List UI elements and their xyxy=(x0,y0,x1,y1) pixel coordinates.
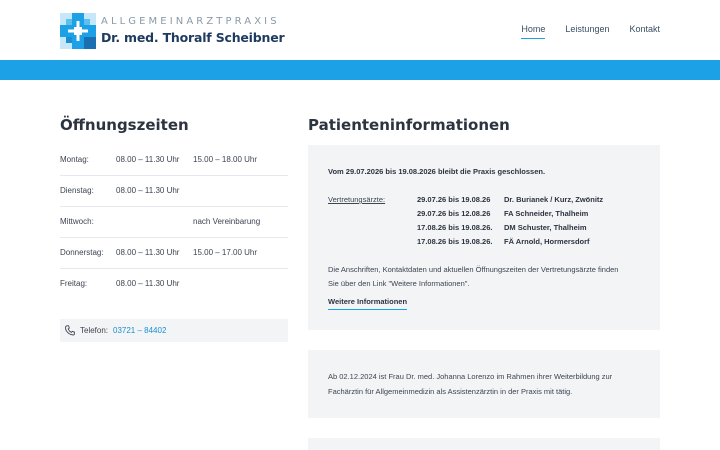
deputy-dates: 17.08.26 bis 19.08.26. xyxy=(417,237,493,246)
info-card xyxy=(308,438,660,450)
main-nav: Home Leistungen Kontakt xyxy=(521,24,660,39)
nav-home[interactable]: Home xyxy=(521,24,546,39)
deputy-dates: 29.07.26 bis 19.08.26 xyxy=(417,195,491,204)
hours-heading: Öffnungszeiten xyxy=(60,116,189,134)
hours-row: Dienstag: 08.00 – 11.30 Uhr xyxy=(60,176,288,207)
more-info-link[interactable]: Weitere Informationen xyxy=(328,297,408,310)
deputies-note: Sie über den Link "Weitere Informationen… xyxy=(328,279,470,288)
staff-notice-text: Fachärztin für Allgemeinmedizin als Assi… xyxy=(328,387,573,396)
hours-afternoon: nach Vereinbarung xyxy=(193,217,261,226)
nav-kontakt[interactable]: Kontakt xyxy=(629,24,660,39)
hours-afternoon: 15.00 – 18.00 Uhr xyxy=(193,155,258,164)
site-header: ALLGEMEINARZTPRAXIS Dr. med. Thoralf Sch… xyxy=(0,0,720,60)
phone-number-link[interactable]: 03721 – 84402 xyxy=(113,326,166,335)
hours-afternoon: 15.00 – 17.00 Uhr xyxy=(193,248,258,257)
hours-day: Dienstag: xyxy=(60,186,94,195)
deputies-note: Die Anschriften, Kontaktdaten und aktuel… xyxy=(328,265,619,274)
info-heading: Patienteninformationen xyxy=(308,116,510,134)
hours-table: Montag: 08.00 – 11.30 Uhr 15.00 – 18.00 … xyxy=(60,145,288,300)
hours-morning: 08.00 – 11.30 Uhr xyxy=(116,248,180,257)
hours-row: Donnerstag: 08.00 – 11.30 Uhr 15.00 – 17… xyxy=(60,238,288,269)
site-logo[interactable]: ALLGEMEINARZTPRAXIS Dr. med. Thoralf Sch… xyxy=(60,13,285,49)
closure-notice-card: Vom 29.07.2026 bis 19.08.2026 bleibt die… xyxy=(308,145,660,330)
hours-row: Freitag: 08.00 – 11.30 Uhr xyxy=(60,269,288,300)
medical-cross-logo-icon xyxy=(60,13,96,49)
hours-day: Freitag: xyxy=(60,279,88,288)
hours-morning: 08.00 – 11.30 Uhr xyxy=(116,186,180,195)
nav-leistungen[interactable]: Leistungen xyxy=(565,24,609,39)
phone-label: Telefon: xyxy=(80,326,109,335)
deputy-name: FÄ Arnold, Hormersdorf xyxy=(504,237,590,246)
hours-day: Donnerstag: xyxy=(60,248,104,257)
staff-notice-card: Ab 02.12.2024 ist Frau Dr. med. Johanna … xyxy=(308,350,660,418)
hours-day: Montag: xyxy=(60,155,89,164)
hours-morning: 08.00 – 11.30 Uhr xyxy=(116,155,180,164)
hours-morning: 08.00 – 11.30 Uhr xyxy=(116,279,180,288)
deputy-dates: 29.07.26 bis 12.08.26 xyxy=(417,209,491,218)
logo-subtitle: ALLGEMEINARZTPRAXIS xyxy=(101,16,280,27)
hours-day: Mittwoch: xyxy=(60,217,94,226)
deputy-name: DM Schuster, Thalheim xyxy=(504,223,587,232)
deputy-dates: 17.08.26 bis 19.08.26. xyxy=(417,223,493,232)
deputy-name: Dr. Burianek / Kurz, Zwönitz xyxy=(504,195,604,204)
deputies-label: Vertretungsärzte: xyxy=(328,195,386,204)
hours-row: Montag: 08.00 – 11.30 Uhr 15.00 – 18.00 … xyxy=(60,145,288,176)
phone-icon xyxy=(65,325,75,336)
closure-text: Vom 29.07.2026 bis 19.08.2026 bleibt die… xyxy=(328,167,546,176)
deputy-name: FA Schneider, Thalheim xyxy=(504,209,589,218)
logo-title: Dr. med. Thoralf Scheibner xyxy=(101,30,285,45)
hours-row: Mittwoch: nach Vereinbarung xyxy=(60,207,288,238)
phone-box: Telefon: 03721 – 84402 xyxy=(60,319,288,342)
staff-notice-text: Ab 02.12.2024 ist Frau Dr. med. Johanna … xyxy=(328,372,613,381)
hero-band xyxy=(0,60,720,80)
